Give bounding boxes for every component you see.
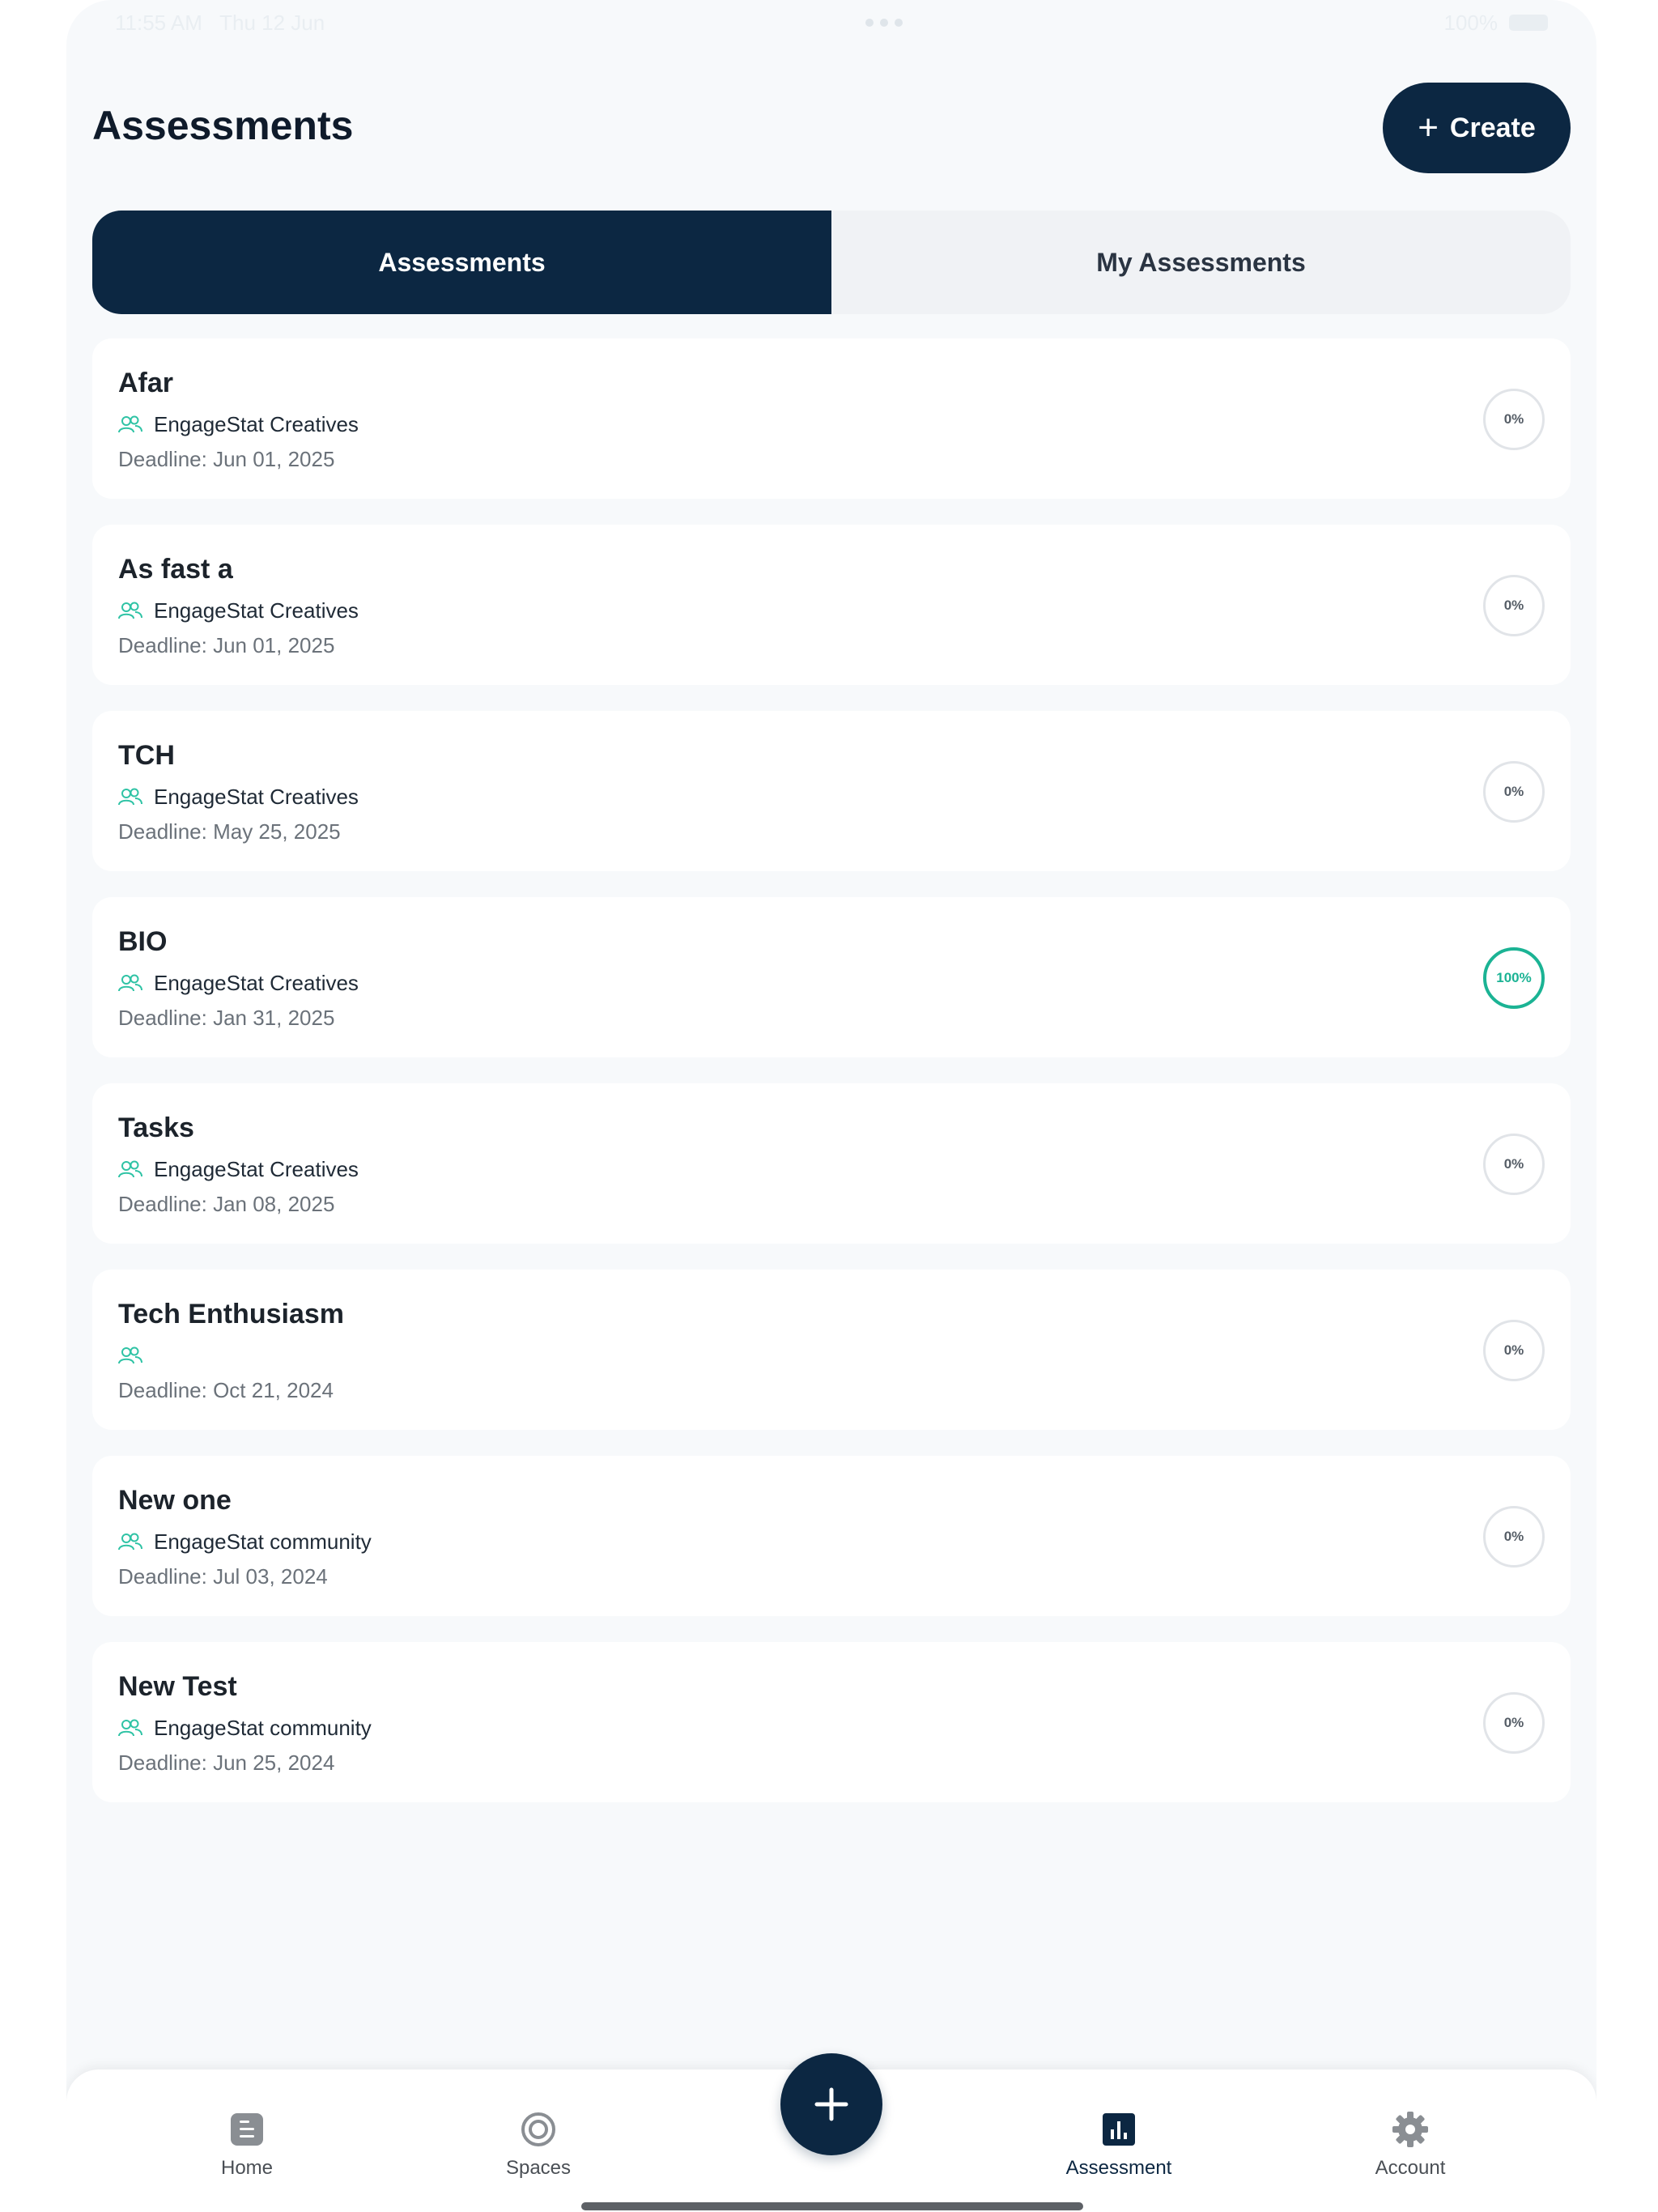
assessment-deadline: Deadline: May 25, 2025: [118, 819, 341, 844]
progress-indicator: 0%: [1483, 389, 1545, 450]
assessment-title: Tasks: [118, 1112, 194, 1143]
nav-account-label: Account: [1375, 2157, 1446, 2179]
assessment-deadline: Deadline: Jun 25, 2024: [118, 1750, 335, 1775]
status-bar: 11:55 AM Thu 12 Jun 100%: [115, 8, 1548, 37]
assessment-title: TCH: [118, 740, 175, 771]
assessment-card[interactable]: TCH EngageStat Creatives Deadline: May 25,…: [92, 711, 1571, 871]
tab-my-assessments[interactable]: My Assessments: [831, 211, 1571, 314]
people-icon: [118, 788, 142, 806]
space-name: EngageStat Creatives: [154, 411, 359, 436]
assessment-space: EngageStat Creatives: [118, 781, 1545, 813]
status-time-date: 11:55 AM Thu 12 Jun: [115, 11, 325, 36]
assessment-deadline: Deadline: Jun 01, 2025: [118, 633, 335, 657]
assessment-space: EngageStat community: [118, 1525, 1545, 1558]
assessment-title: New Test: [118, 1671, 237, 1702]
status-time: 11:55 AM: [115, 10, 202, 35]
spaces-icon: [521, 2112, 555, 2146]
space-name: EngageStat Creatives: [154, 784, 359, 809]
people-icon: [118, 974, 142, 992]
status-date: Thu 12 Jun: [219, 10, 325, 35]
bottom-navigation: Home Spaces Assessment Account: [66, 2053, 1596, 2212]
assessment-title: Tech Enthusiasm: [118, 1299, 344, 1329]
nav-home-label: Home: [220, 2157, 274, 2179]
progress-indicator: 0%: [1483, 575, 1545, 636]
home-icon: [231, 2113, 263, 2146]
people-icon: [118, 602, 142, 619]
progress-indicator: 0%: [1483, 1134, 1545, 1195]
people-icon: [118, 415, 142, 433]
plus-icon: [814, 2087, 848, 2121]
nav-home[interactable]: Home: [174, 2110, 320, 2180]
assessment-title: BIO: [118, 926, 168, 957]
nav-assessment-label: Assessment: [1065, 2157, 1172, 2179]
nav-spaces-label: Spaces: [505, 2157, 572, 2179]
assessment-space: EngageStat community: [118, 1712, 1545, 1744]
battery-percent: 100%: [1443, 10, 1498, 35]
assessment-title: New one: [118, 1485, 232, 1516]
plus-icon: +: [1418, 108, 1439, 147]
app-screen: 11:55 AM Thu 12 Jun 100% Assessments + C…: [66, 0, 1596, 2212]
create-button[interactable]: + Create: [1383, 83, 1571, 173]
tab-bar: Assessments My Assessments: [92, 211, 1571, 314]
assessment-space: [118, 1339, 1545, 1372]
assessment-deadline: Deadline: Jan 08, 2025: [118, 1192, 335, 1216]
assessment-deadline: Deadline: Oct 21, 2024: [118, 1378, 334, 1402]
nav-account[interactable]: Account: [1337, 2110, 1483, 2180]
space-name: EngageStat Creatives: [154, 598, 359, 623]
assessment-card[interactable]: New Test EngageStat community Deadline: Ju…: [92, 1642, 1571, 1802]
assessment-space: EngageStat Creatives: [118, 967, 1545, 999]
multitask-dots-icon[interactable]: [865, 19, 903, 27]
assessment-icon: [1103, 2113, 1135, 2146]
assessment-list: Afar EngageStat Creatives Deadline: Jun 01…: [92, 338, 1571, 1828]
status-indicators: 100%: [1443, 11, 1548, 36]
assessment-deadline: Deadline: Jan 31, 2025: [118, 1006, 335, 1030]
assessment-space: EngageStat Creatives: [118, 1153, 1545, 1185]
space-name: EngageStat Creatives: [154, 1156, 359, 1181]
space-name: EngageStat community: [154, 1529, 372, 1554]
battery-icon: [1508, 15, 1548, 31]
assessment-space: EngageStat Creatives: [118, 594, 1545, 627]
progress-indicator: 0%: [1483, 1320, 1545, 1381]
add-fab-button[interactable]: [780, 2053, 882, 2155]
progress-indicator: 100%: [1483, 947, 1545, 1009]
nav-assessment[interactable]: Assessment: [1046, 2110, 1192, 2180]
page-title: Assessments: [92, 103, 354, 148]
create-button-label: Create: [1449, 112, 1536, 143]
people-icon: [118, 1719, 142, 1737]
gear-icon: [1392, 2112, 1428, 2147]
progress-indicator: 0%: [1483, 1692, 1545, 1754]
assessment-deadline: Deadline: Jul 03, 2024: [118, 1564, 328, 1589]
assessment-card[interactable]: Afar EngageStat Creatives Deadline: Jun 01…: [92, 338, 1571, 499]
nav-spaces[interactable]: Spaces: [466, 2110, 611, 2180]
space-name: EngageStat community: [154, 1715, 372, 1740]
assessment-card[interactable]: New one EngageStat community Deadline: Jul…: [92, 1456, 1571, 1616]
tab-assessments[interactable]: Assessments: [92, 211, 831, 314]
assessment-card[interactable]: BIO EngageStat Creatives Deadline: Jan 31,…: [92, 897, 1571, 1057]
assessment-space: EngageStat Creatives: [118, 408, 1545, 440]
assessment-card[interactable]: Tasks EngageStat Creatives Deadline: Jan 0…: [92, 1083, 1571, 1244]
home-indicator[interactable]: [581, 2202, 1083, 2210]
assessment-card[interactable]: Tech Enthusiasm Deadline: Oct 21, 2024 0%: [92, 1270, 1571, 1430]
assessment-title: As fast a: [118, 554, 233, 585]
assessment-title: Afar: [118, 368, 174, 398]
progress-indicator: 0%: [1483, 1506, 1545, 1568]
space-name: EngageStat Creatives: [154, 970, 359, 995]
assessment-deadline: Deadline: Jun 01, 2025: [118, 447, 335, 471]
assessment-card[interactable]: As fast a EngageStat Creatives Deadline: J…: [92, 525, 1571, 685]
progress-indicator: 0%: [1483, 761, 1545, 823]
people-icon: [118, 1346, 142, 1364]
people-icon: [118, 1533, 142, 1551]
people-icon: [118, 1160, 142, 1178]
